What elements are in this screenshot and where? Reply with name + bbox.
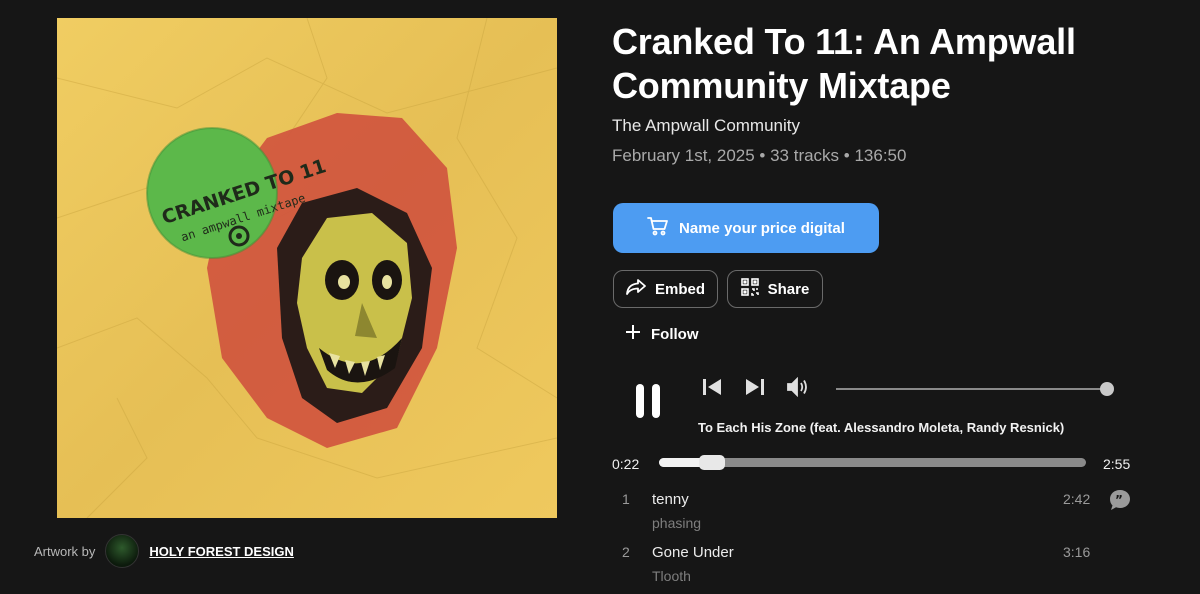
- credit-artist-link[interactable]: HOLY FOREST DESIGN: [149, 544, 293, 559]
- buy-button[interactable]: Name your price digital: [613, 203, 879, 253]
- track-title[interactable]: tenny: [652, 491, 689, 508]
- album-meta: February 1st, 2025 • 33 tracks • 136:50: [612, 146, 907, 165]
- embed-button-label: Embed: [654, 280, 705, 298]
- album-artwork[interactable]: CRANKED TO 11 an ampwall mixtape: [57, 18, 557, 518]
- volume-icon: [786, 376, 810, 402]
- album-artist[interactable]: The Ampwall Community: [612, 116, 800, 136]
- track-row[interactable]: 2 Gone Under Tlooth 3:16: [612, 542, 1132, 594]
- track-duration: 2:42: [1063, 491, 1091, 507]
- volume-button[interactable]: [785, 376, 811, 402]
- volume-slider[interactable]: [836, 388, 1108, 390]
- next-icon: [745, 378, 765, 401]
- buy-button-label: Name your price digital: [679, 219, 845, 237]
- progress-handle[interactable]: [699, 455, 726, 470]
- track-artist[interactable]: phasing: [652, 515, 701, 531]
- artwork-credit: Artwork by HOLY FOREST DESIGN: [34, 533, 294, 569]
- qr-code-icon: [740, 278, 759, 300]
- previous-track-button[interactable]: [700, 378, 724, 400]
- share-button[interactable]: Share: [727, 270, 823, 308]
- track-title[interactable]: Gone Under: [652, 544, 734, 561]
- track-artist[interactable]: Tlooth: [652, 568, 691, 584]
- artist-avatar[interactable]: [105, 534, 140, 568]
- embed-button[interactable]: Embed: [613, 270, 718, 308]
- previous-icon: [702, 378, 722, 401]
- track-row[interactable]: 1 tenny phasing 2:42: [612, 489, 1132, 541]
- pause-button[interactable]: [630, 383, 666, 424]
- total-time: 2:55: [1103, 456, 1131, 472]
- pause-icon: [633, 383, 663, 424]
- svg-text:”: ”: [1115, 493, 1123, 507]
- share-button-label: Share: [767, 280, 810, 298]
- volume-slider-handle[interactable]: [1100, 382, 1114, 396]
- embed-share-arrow-icon: [626, 279, 646, 299]
- now-playing-title: To Each His Zone (feat. Alessandro Molet…: [698, 420, 1065, 435]
- progress-bar[interactable]: [659, 455, 1086, 470]
- track-number: 2: [622, 544, 630, 560]
- plus-icon: [625, 324, 641, 344]
- comment-icon[interactable]: ”: [1109, 489, 1131, 511]
- follow-label: Follow: [651, 325, 699, 343]
- track-duration: 3:16: [1063, 544, 1091, 560]
- album-title: Cranked To 11: An Ampwall Community Mixt…: [612, 21, 1076, 106]
- track-number: 1: [622, 491, 630, 507]
- cart-icon: [647, 216, 669, 240]
- follow-button[interactable]: Follow: [625, 322, 699, 346]
- current-time: 0:22: [612, 456, 640, 472]
- next-track-button[interactable]: [743, 378, 767, 400]
- credit-prefix: Artwork by: [34, 543, 96, 559]
- artwork-illustration: CRANKED TO 11 an ampwall mixtape: [57, 18, 557, 518]
